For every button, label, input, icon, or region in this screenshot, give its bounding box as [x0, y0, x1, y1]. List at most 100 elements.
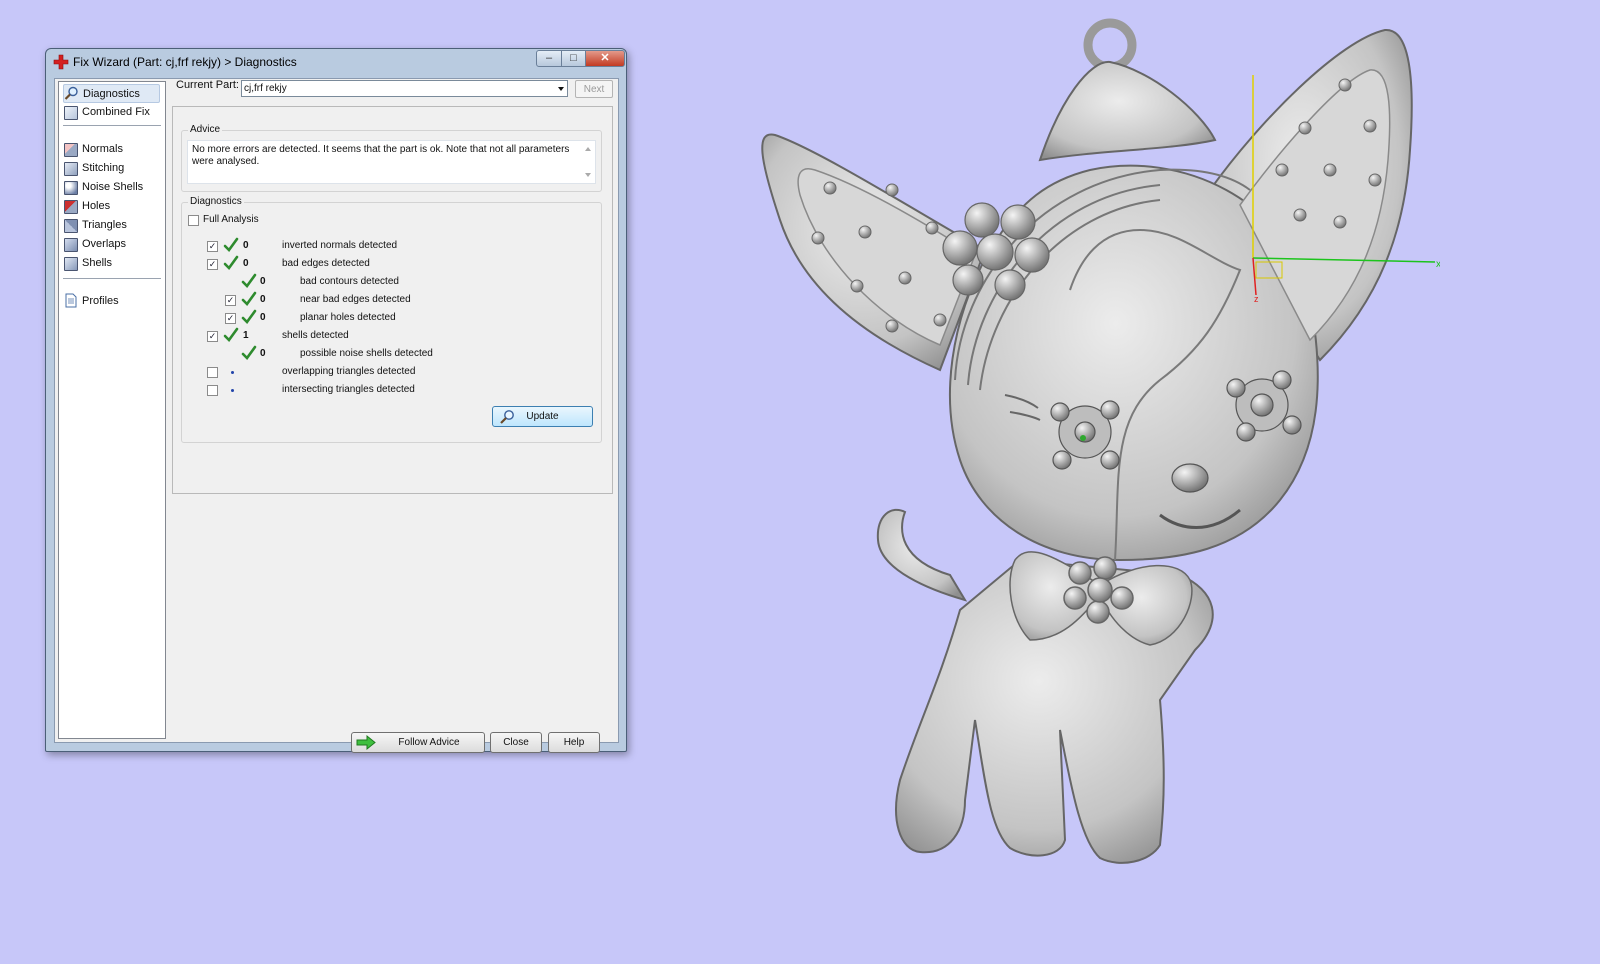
- pending-dot-icon: [231, 371, 234, 374]
- minimize-button[interactable]: –: [536, 50, 562, 67]
- close-window-button[interactable]: ✕: [585, 50, 625, 67]
- advice-text-box: No more errors are detected. It seems th…: [187, 140, 596, 184]
- pending-dot-icon: [231, 389, 234, 392]
- maximize-button[interactable]: □: [561, 50, 586, 67]
- inverted-normals-count: 0: [243, 240, 249, 251]
- nav-item-label: Profiles: [82, 294, 119, 307]
- nav-item-shells[interactable]: Shells: [63, 254, 112, 271]
- scroll-up-icon[interactable]: [585, 147, 591, 151]
- selection-point-marker: [1080, 435, 1086, 441]
- scroll-down-icon[interactable]: [585, 173, 591, 177]
- advice-title: Advice: [188, 124, 223, 135]
- planar-holes-label: planar holes detected: [300, 312, 396, 323]
- bad-edges-checkbox[interactable]: ✓: [207, 259, 218, 270]
- check-mark-icon: [223, 237, 239, 252]
- overlaps-cube-icon: [63, 236, 78, 252]
- noise-shells-icon: [63, 179, 78, 195]
- full-analysis-checkbox[interactable]: [188, 215, 199, 226]
- near-bad-edges-checkbox[interactable]: ✓: [225, 295, 236, 306]
- advice-group: Advice No more errors are detected. It s…: [181, 124, 602, 192]
- chevron-down-icon: [558, 87, 564, 91]
- nose: [1171, 463, 1209, 493]
- nav-item-label: Diagnostics: [83, 87, 140, 100]
- planar-holes-checkbox[interactable]: ✓: [225, 313, 236, 324]
- nav-separator: [63, 125, 161, 126]
- nav-item-normals[interactable]: Normals: [63, 140, 123, 157]
- nav-item-label: Normals: [82, 142, 123, 155]
- dialog-client-area: Diagnostics Combined Fix Normals Stitchi…: [54, 78, 619, 753]
- current-part-dropdown[interactable]: cj,frf rekjy: [241, 80, 568, 97]
- wizard-nav: Diagnostics Combined Fix Normals Stitchi…: [58, 81, 166, 739]
- diagnostics-panel: Advice No more errors are detected. It s…: [172, 106, 613, 494]
- advice-scrollbar[interactable]: [582, 143, 594, 181]
- nav-item-label: Noise Shells: [82, 180, 144, 193]
- magnifier-icon: [64, 86, 79, 101]
- next-button[interactable]: Next: [575, 80, 613, 98]
- check-mark-icon: [241, 345, 257, 360]
- nav-item-diagnostics[interactable]: Diagnostics: [63, 84, 160, 103]
- bad-contours-count: 0: [260, 276, 266, 287]
- green-arrow-icon: [356, 734, 376, 751]
- nav-item-label: Combined Fix: [82, 105, 150, 118]
- cube-icon: [63, 104, 78, 120]
- 3d-viewport[interactable]: x z: [740, 0, 1440, 880]
- nav-item-combined-fix[interactable]: Combined Fix: [63, 103, 150, 120]
- near-bad-edges-label: near bad edges detected: [300, 294, 411, 305]
- window-title: Fix Wizard (Part: cj,frf rekjy) > Diagno…: [73, 55, 297, 69]
- nav-item-triangles[interactable]: Triangles: [63, 216, 127, 233]
- check-mark-icon: [223, 327, 239, 342]
- bad-edges-count: 0: [243, 258, 249, 269]
- check-mark-icon: [241, 309, 257, 324]
- intersecting-triangles-checkbox[interactable]: [207, 385, 218, 396]
- advice-text: No more errors are detected. It seems th…: [192, 144, 570, 167]
- shells-checkbox[interactable]: ✓: [207, 331, 218, 342]
- nav-item-label: Stitching: [82, 161, 125, 174]
- fix-wizard-window: Fix Wizard (Part: cj,frf rekjy) > Diagno…: [45, 48, 627, 753]
- nav-item-noise-shells[interactable]: Noise Shells: [63, 178, 143, 195]
- check-mark-icon: [241, 291, 257, 306]
- follow-advice-button[interactable]: Follow Advice: [351, 732, 485, 753]
- red-cross-icon: [53, 54, 69, 70]
- triangles-cube-icon: [63, 217, 78, 233]
- nav-item-label: Holes: [82, 199, 111, 212]
- document-icon: [63, 293, 78, 308]
- current-part-label: Current Part:: [176, 79, 239, 91]
- inverted-normals-label: inverted normals detected: [282, 240, 398, 251]
- holes-cube-icon: [63, 198, 78, 214]
- shells-label: shells detected: [282, 330, 349, 341]
- magnifier-icon: [500, 410, 514, 424]
- shells-count: 1: [243, 330, 249, 341]
- x-axis-label: x: [1436, 259, 1440, 270]
- title-bar[interactable]: Fix Wizard (Part: cj,frf rekjy) > Diagno…: [46, 49, 626, 75]
- z-axis-label: z: [1254, 294, 1259, 304]
- diagnostics-title: Diagnostics: [188, 196, 244, 207]
- check-mark-icon: [223, 255, 239, 270]
- nav-item-profiles[interactable]: Profiles: [63, 292, 119, 309]
- bad-edges-label: bad edges detected: [282, 258, 370, 269]
- close-button[interactable]: Close: [490, 732, 542, 753]
- planar-holes-count: 0: [260, 312, 266, 323]
- overlapping-triangles-checkbox[interactable]: [207, 367, 218, 378]
- inverted-normals-checkbox[interactable]: ✓: [207, 241, 218, 252]
- follow-advice-label: Follow Advice: [398, 737, 460, 748]
- nav-item-label: Shells: [82, 256, 112, 269]
- diagnostics-group: Diagnostics Full Analysis ✓ 0 inverted n…: [181, 196, 602, 443]
- check-mark-icon: [241, 273, 257, 288]
- bad-contours-label: bad contours detected: [300, 276, 399, 287]
- update-label: Update: [526, 411, 559, 422]
- noise-shells-count: 0: [260, 348, 266, 359]
- full-analysis-label: Full Analysis: [203, 214, 259, 225]
- nav-item-stitching[interactable]: Stitching: [63, 159, 124, 176]
- shells-cube-icon: [63, 255, 78, 271]
- stitching-cube-icon: [63, 160, 78, 176]
- nav-item-label: Triangles: [82, 218, 127, 231]
- nav-item-holes[interactable]: Holes: [63, 197, 110, 214]
- nav-item-overlaps[interactable]: Overlaps: [63, 235, 126, 252]
- noise-shells-label: possible noise shells detected: [300, 348, 433, 359]
- help-button[interactable]: Help: [548, 732, 600, 753]
- update-button[interactable]: Update: [492, 406, 593, 427]
- normals-cube-icon: [63, 141, 78, 157]
- overlapping-triangles-label: overlapping triangles detected: [282, 366, 416, 377]
- nav-separator: [63, 278, 161, 279]
- current-part-value: cj,frf rekjy: [244, 83, 287, 94]
